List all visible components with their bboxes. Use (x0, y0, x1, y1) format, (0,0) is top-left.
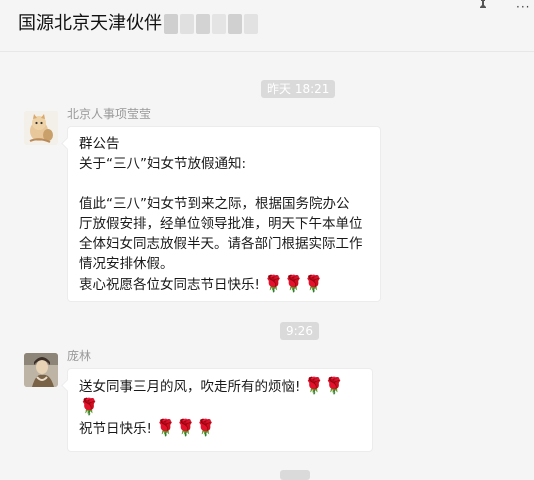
redacted-block (244, 14, 258, 34)
message-text: 情况安排休假。 (79, 256, 174, 272)
rose-emoji-icon: 🌹🌹🌹 (263, 274, 324, 293)
message-text: 送女同事三月的风，吹走所有的烦恼! (79, 379, 301, 395)
message-text: 衷心祝愿各位女同志节日快乐! (79, 277, 260, 293)
message-text-with-emoji: 祝节日快乐! 🌹🌹🌹 (79, 418, 372, 439)
message-bubble[interactable]: 群公告 关于“三八”妇女节放假通知: 值此“三八”妇女节到来之际，根据国务院办公… (61, 126, 381, 302)
message-text: 祝节日快乐! (79, 421, 152, 437)
message-text: 关于“三八”妇女节放假通知: (79, 156, 247, 172)
rose-emoji-icon: 🌹 (79, 397, 99, 416)
pin-icon[interactable] (478, 0, 488, 15)
chat-title: 国源北京天津伙伴 (18, 13, 162, 34)
more-icon[interactable]: ··· (516, 0, 530, 14)
message-text: 全体妇女同志放假半天。请各部门根据实际工作 (79, 236, 363, 252)
avatar[interactable] (24, 353, 58, 387)
announcement-label: 群公告 (79, 136, 120, 152)
redacted-block (228, 14, 242, 34)
sender-name: 北京人事项莹莹 (67, 107, 152, 121)
message-text-with-emoji: 衷心祝愿各位女同志节日快乐! 🌹🌹🌹 (79, 274, 380, 295)
rose-emoji-icon: 🌹🌹 (304, 376, 345, 395)
redacted-block (196, 14, 210, 34)
portrait-avatar-icon (24, 353, 58, 387)
avatar[interactable] (24, 111, 58, 145)
timestamp: 昨天 18:21 (261, 80, 336, 98)
message-bubble[interactable]: 送女同事三月的风，吹走所有的烦恼! 🌹🌹 🌹 祝节日快乐! 🌹🌹🌹 (61, 368, 373, 452)
cat-avatar-icon (24, 111, 58, 145)
emoji-line: 🌹 (79, 397, 372, 418)
redacted-block (212, 14, 226, 34)
message-text: 值此“三八”妇女节到来之际，根据国务院办公 (79, 196, 350, 212)
rose-emoji-icon: 🌹🌹🌹 (155, 418, 216, 437)
timestamp-partial (280, 470, 310, 480)
message-text: 厅放假安排，经单位领导批准，明天下午本单位 (79, 216, 363, 232)
redacted-block (164, 14, 178, 34)
sender-name: 庞林 (67, 349, 92, 363)
timestamp: 9:26 (280, 322, 319, 340)
message-text-with-emoji: 送女同事三月的风，吹走所有的烦恼! 🌹🌹 (79, 376, 372, 397)
chat-header: 国源北京天津伙伴 ··· (0, 0, 534, 52)
redacted-block (180, 14, 194, 34)
message-text (79, 174, 380, 194)
